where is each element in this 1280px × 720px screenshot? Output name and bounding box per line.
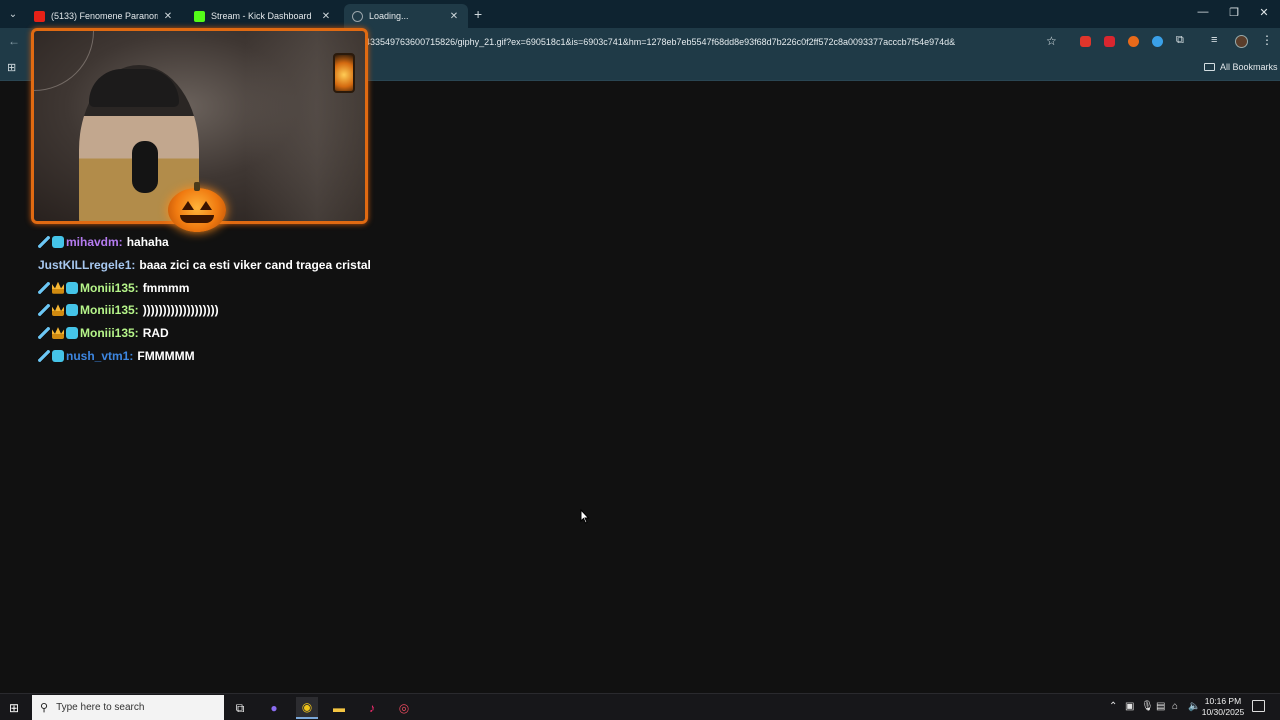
- task-view-icon[interactable]: ⧉: [229, 697, 251, 719]
- sword-badge-icon: [38, 236, 50, 249]
- extension-icon[interactable]: [1152, 36, 1163, 47]
- extension-icon[interactable]: [1128, 36, 1139, 47]
- loading-spinner-icon: [352, 10, 363, 22]
- chat-username: nush_vtm1:: [66, 348, 134, 363]
- all-bookmarks-label: All Bookmarks: [1220, 62, 1278, 72]
- chat-username: Moniii135:: [80, 280, 139, 295]
- profile-avatar[interactable]: [1235, 35, 1248, 48]
- volume-icon[interactable]: 🔈: [1188, 701, 1200, 712]
- back-arrow-icon[interactable]: ←: [8, 34, 20, 48]
- tab-title: Stream - Kick Dashboard: [211, 11, 312, 21]
- chat-message: Moniii135:))))))))))))))))))): [38, 299, 398, 322]
- sub-badge-icon: [66, 281, 78, 294]
- chat-message: Moniii135: fmmmm: [38, 276, 398, 299]
- tab-title: Loading...: [369, 11, 409, 21]
- show-hidden-icons-icon[interactable]: ⌃: [1109, 701, 1117, 712]
- close-window-icon[interactable]: ✕: [1254, 6, 1274, 19]
- chrome-icon[interactable]: ◉: [296, 697, 318, 719]
- menu-kebab-icon[interactable]: ⋮: [1261, 33, 1273, 47]
- all-bookmarks-button[interactable]: All Bookmarks: [1204, 62, 1278, 72]
- tab-strip: ⌄ (5133) Fenomene Paranormale ✕ Stream -…: [0, 0, 1280, 28]
- discord-icon[interactable]: ●: [263, 697, 285, 719]
- lantern-icon: [333, 53, 355, 93]
- chat-message: Moniii135: RAD: [38, 322, 398, 345]
- crown-badge-icon: [52, 281, 64, 294]
- chat-username: Moniii135:: [80, 303, 139, 318]
- spider-web-decoration: [34, 31, 94, 91]
- chat-overlay: mihavdm: hahaha JustKILLregele1: baaa zici …: [38, 231, 398, 367]
- sub-badge-icon: [52, 349, 64, 362]
- reading-list-icon[interactable]: ≡: [1211, 34, 1217, 46]
- extension-icon[interactable]: [1080, 36, 1091, 47]
- chat-message: JustKILLregele1: baaa zici ca esti viker …: [38, 254, 398, 277]
- crown-badge-icon: [52, 304, 64, 317]
- sub-badge-icon: [66, 327, 78, 340]
- chat-text: hahaha: [126, 235, 169, 250]
- chat-username: Moniii135:: [80, 326, 139, 341]
- chat-username: JustKILLregele1:: [38, 258, 136, 273]
- apps-grid-icon[interactable]: ⊞: [7, 61, 16, 74]
- chat-message: mihavdm: hahaha: [38, 231, 398, 254]
- pumpkin-icon: [168, 182, 226, 232]
- kick-favicon-icon: [194, 10, 205, 22]
- sword-badge-icon: [38, 304, 50, 317]
- tab-close-icon[interactable]: ✕: [162, 11, 174, 22]
- chat-text: FMMMMM: [137, 348, 195, 363]
- adblock-extension-icon[interactable]: [1104, 36, 1115, 47]
- file-explorer-icon[interactable]: ▬: [328, 697, 350, 719]
- tab-loading[interactable]: Loading... ✕: [344, 4, 468, 28]
- sword-badge-icon: [38, 327, 50, 340]
- tray-app-icon[interactable]: ▣: [1125, 701, 1134, 712]
- sword-badge-icon: [38, 281, 50, 294]
- tab-close-icon[interactable]: ✕: [448, 11, 460, 22]
- sword-badge-icon: [38, 349, 50, 362]
- clock-date: 10/30/2025: [1201, 707, 1245, 717]
- chat-text: ))))))))))))))))))): [142, 303, 219, 318]
- chat-text: RAD: [142, 326, 169, 341]
- network-icon[interactable]: ⌂: [1172, 701, 1178, 712]
- cap: [89, 69, 179, 107]
- tab-close-icon[interactable]: ✕: [320, 11, 332, 22]
- tab-search-icon[interactable]: ⌄: [4, 5, 22, 23]
- extensions-puzzle-icon[interactable]: ⧉: [1176, 34, 1184, 47]
- crown-badge-icon: [52, 327, 64, 340]
- chat-message: nush_vtm1: FMMMMM: [38, 344, 398, 367]
- youtube-favicon-icon: [34, 10, 45, 22]
- windows-start-icon[interactable]: ⊞: [9, 701, 19, 715]
- system-clock[interactable]: 10:16 PM 10/30/2025: [1200, 696, 1246, 718]
- taskbar: ⊞ ⚲ Type here to search ⧉ ● ◉ ▬ ♪ ◎ ⌃ ▣ …: [0, 693, 1280, 720]
- app-icon[interactable]: ◎: [393, 697, 415, 719]
- search-placeholder: Type here to search: [56, 702, 145, 713]
- new-tab-button[interactable]: +: [474, 6, 482, 22]
- tab-youtube[interactable]: (5133) Fenomene Paranormale ✕: [26, 4, 182, 28]
- address-bar[interactable]: 1433549763600715826/giphy_21.gif?ex=6905…: [360, 30, 1070, 53]
- notification-center-icon[interactable]: [1252, 700, 1265, 712]
- minimize-icon[interactable]: —: [1193, 6, 1213, 18]
- restore-icon[interactable]: ❐: [1224, 6, 1244, 19]
- tiktok-icon[interactable]: ♪: [361, 697, 383, 719]
- bookmark-star-icon[interactable]: ☆: [1046, 34, 1057, 48]
- microphone: [132, 141, 158, 193]
- clock-time: 10:16 PM: [1204, 696, 1242, 706]
- tray-app-icon[interactable]: ▤: [1156, 701, 1165, 712]
- taskbar-search-box[interactable]: ⚲ Type here to search: [32, 695, 224, 720]
- search-icon: ⚲: [40, 702, 49, 714]
- sub-badge-icon: [52, 236, 64, 249]
- chat-text: fmmmm: [142, 280, 190, 295]
- tab-title: (5133) Fenomene Paranormale: [51, 11, 158, 21]
- sub-badge-icon: [66, 304, 78, 317]
- tab-kick-dashboard[interactable]: Stream - Kick Dashboard ✕: [186, 4, 340, 28]
- folder-icon: [1204, 63, 1215, 71]
- microphone-icon[interactable]: 🎙: [1141, 701, 1154, 712]
- chat-text: baaa zici ca esti viker cand tragea cris…: [139, 258, 371, 273]
- chat-username: mihavdm:: [66, 235, 123, 250]
